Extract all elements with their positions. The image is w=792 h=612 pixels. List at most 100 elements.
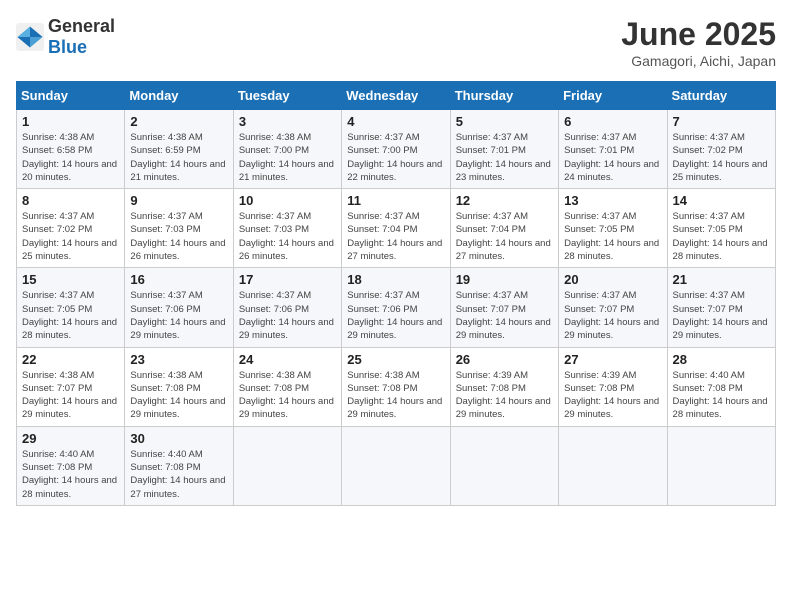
day-number: 12 — [456, 193, 553, 208]
day-info: Sunrise: 4:37 AMSunset: 7:03 PMDaylight:… — [239, 210, 336, 263]
calendar-header-row: Sunday Monday Tuesday Wednesday Thursday… — [17, 82, 776, 110]
table-cell — [233, 426, 341, 505]
day-number: 7 — [673, 114, 770, 129]
day-info: Sunrise: 4:37 AMSunset: 7:04 PMDaylight:… — [456, 210, 553, 263]
table-cell: 1 Sunrise: 4:38 AMSunset: 6:58 PMDaylight… — [17, 110, 125, 189]
day-number: 17 — [239, 272, 336, 287]
day-number: 10 — [239, 193, 336, 208]
table-cell: 28Sunrise: 4:40 AMSunset: 7:08 PMDayligh… — [667, 347, 775, 426]
day-number: 28 — [673, 352, 770, 367]
table-cell: 16 Sunrise: 4:37 AMSunset: 7:06 PMDayligh… — [125, 268, 233, 347]
table-cell: 15 Sunrise: 4:37 AMSunset: 7:05 PMDayligh… — [17, 268, 125, 347]
table-cell: 14 Sunrise: 4:37 AMSunset: 7:05 PMDayligh… — [667, 189, 775, 268]
day-number: 30 — [130, 431, 227, 446]
logo-general: General — [48, 16, 115, 36]
table-cell: 8Sunrise: 4:37 AMSunset: 7:02 PMDaylight… — [17, 189, 125, 268]
col-wednesday: Wednesday — [342, 82, 450, 110]
day-number: 27 — [564, 352, 661, 367]
title-area: June 2025 Gamagori, Aichi, Japan — [621, 16, 776, 69]
table-cell: 23 Sunrise: 4:38 AMSunset: 7:08 PMDayligh… — [125, 347, 233, 426]
table-cell: 4 Sunrise: 4:37 AMSunset: 7:00 PMDaylight… — [342, 110, 450, 189]
col-tuesday: Tuesday — [233, 82, 341, 110]
day-info: Sunrise: 4:37 AMSunset: 7:06 PMDaylight:… — [347, 289, 444, 342]
table-cell: 29 Sunrise: 4:40 AMSunset: 7:08 PMDayligh… — [17, 426, 125, 505]
table-cell: 7 Sunrise: 4:37 AMSunset: 7:02 PMDaylight… — [667, 110, 775, 189]
table-row: 15 Sunrise: 4:37 AMSunset: 7:05 PMDayligh… — [17, 268, 776, 347]
day-number: 4 — [347, 114, 444, 129]
day-info: Sunrise: 4:37 AMSunset: 7:07 PMDaylight:… — [673, 289, 770, 342]
table-cell: 10 Sunrise: 4:37 AMSunset: 7:03 PMDayligh… — [233, 189, 341, 268]
day-number: 14 — [673, 193, 770, 208]
table-cell: 17 Sunrise: 4:37 AMSunset: 7:06 PMDayligh… — [233, 268, 341, 347]
table-cell: 19Sunrise: 4:37 AMSunset: 7:07 PMDayligh… — [450, 268, 558, 347]
table-cell: 18 Sunrise: 4:37 AMSunset: 7:06 PMDayligh… — [342, 268, 450, 347]
month-title: June 2025 — [621, 16, 776, 53]
day-info: Sunrise: 4:40 AMSunset: 7:08 PMDaylight:… — [22, 448, 119, 501]
table-row: 1 Sunrise: 4:38 AMSunset: 6:58 PMDaylight… — [17, 110, 776, 189]
day-number: 16 — [130, 272, 227, 287]
day-info: Sunrise: 4:37 AMSunset: 7:00 PMDaylight:… — [347, 131, 444, 184]
table-cell: 11Sunrise: 4:37 AMSunset: 7:04 PMDayligh… — [342, 189, 450, 268]
table-row: 8Sunrise: 4:37 AMSunset: 7:02 PMDaylight… — [17, 189, 776, 268]
table-cell: 21 Sunrise: 4:37 AMSunset: 7:07 PMDayligh… — [667, 268, 775, 347]
table-row: 22 Sunrise: 4:38 AMSunset: 7:07 PMDayligh… — [17, 347, 776, 426]
table-cell — [450, 426, 558, 505]
day-info: Sunrise: 4:37 AMSunset: 7:03 PMDaylight:… — [130, 210, 227, 263]
day-number: 2 — [130, 114, 227, 129]
logo-icon — [16, 23, 44, 51]
day-info: Sunrise: 4:37 AMSunset: 7:06 PMDaylight:… — [130, 289, 227, 342]
day-info: Sunrise: 4:38 AMSunset: 7:07 PMDaylight:… — [22, 369, 119, 422]
day-info: Sunrise: 4:38 AMSunset: 6:58 PMDaylight:… — [22, 131, 119, 184]
day-info: Sunrise: 4:37 AMSunset: 7:02 PMDaylight:… — [22, 210, 119, 263]
table-cell: 5 Sunrise: 4:37 AMSunset: 7:01 PMDaylight… — [450, 110, 558, 189]
day-number: 24 — [239, 352, 336, 367]
table-cell: 26 Sunrise: 4:39 AMSunset: 7:08 PMDayligh… — [450, 347, 558, 426]
day-number: 13 — [564, 193, 661, 208]
day-info: Sunrise: 4:38 AMSunset: 7:08 PMDaylight:… — [130, 369, 227, 422]
day-number: 26 — [456, 352, 553, 367]
day-info: Sunrise: 4:37 AMSunset: 7:04 PMDaylight:… — [347, 210, 444, 263]
day-info: Sunrise: 4:38 AMSunset: 6:59 PMDaylight:… — [130, 131, 227, 184]
table-cell: 12 Sunrise: 4:37 AMSunset: 7:04 PMDayligh… — [450, 189, 558, 268]
day-info: Sunrise: 4:38 AMSunset: 7:08 PMDaylight:… — [347, 369, 444, 422]
header: General Blue June 2025 Gamagori, Aichi, … — [16, 16, 776, 69]
col-thursday: Thursday — [450, 82, 558, 110]
day-info: Sunrise: 4:37 AMSunset: 7:01 PMDaylight:… — [564, 131, 661, 184]
col-saturday: Saturday — [667, 82, 775, 110]
day-number: 22 — [22, 352, 119, 367]
day-info: Sunrise: 4:37 AMSunset: 7:07 PMDaylight:… — [456, 289, 553, 342]
day-number: 5 — [456, 114, 553, 129]
table-cell: 2 Sunrise: 4:38 AMSunset: 6:59 PMDaylight… — [125, 110, 233, 189]
day-number: 21 — [673, 272, 770, 287]
day-info: Sunrise: 4:37 AMSunset: 7:05 PMDaylight:… — [673, 210, 770, 263]
day-number: 20 — [564, 272, 661, 287]
table-cell — [342, 426, 450, 505]
day-info: Sunrise: 4:37 AMSunset: 7:02 PMDaylight:… — [673, 131, 770, 184]
day-number: 15 — [22, 272, 119, 287]
day-number: 23 — [130, 352, 227, 367]
day-info: Sunrise: 4:37 AMSunset: 7:01 PMDaylight:… — [456, 131, 553, 184]
day-number: 9 — [130, 193, 227, 208]
day-info: Sunrise: 4:37 AMSunset: 7:05 PMDaylight:… — [22, 289, 119, 342]
day-info: Sunrise: 4:38 AMSunset: 7:08 PMDaylight:… — [239, 369, 336, 422]
location-subtitle: Gamagori, Aichi, Japan — [621, 53, 776, 69]
table-cell — [559, 426, 667, 505]
table-cell: 27Sunrise: 4:39 AMSunset: 7:08 PMDayligh… — [559, 347, 667, 426]
table-cell: 22 Sunrise: 4:38 AMSunset: 7:07 PMDayligh… — [17, 347, 125, 426]
day-info: Sunrise: 4:37 AMSunset: 7:06 PMDaylight:… — [239, 289, 336, 342]
day-info: Sunrise: 4:40 AMSunset: 7:08 PMDaylight:… — [130, 448, 227, 501]
day-number: 25 — [347, 352, 444, 367]
day-number: 18 — [347, 272, 444, 287]
day-number: 1 — [22, 114, 119, 129]
day-info: Sunrise: 4:38 AMSunset: 7:00 PMDaylight:… — [239, 131, 336, 184]
table-cell: 3Sunrise: 4:38 AMSunset: 7:00 PMDaylight… — [233, 110, 341, 189]
day-info: Sunrise: 4:39 AMSunset: 7:08 PMDaylight:… — [456, 369, 553, 422]
col-sunday: Sunday — [17, 82, 125, 110]
col-monday: Monday — [125, 82, 233, 110]
table-cell: 13Sunrise: 4:37 AMSunset: 7:05 PMDayligh… — [559, 189, 667, 268]
calendar: Sunday Monday Tuesday Wednesday Thursday… — [16, 81, 776, 506]
table-cell: 20Sunrise: 4:37 AMSunset: 7:07 PMDayligh… — [559, 268, 667, 347]
table-cell: 6Sunrise: 4:37 AMSunset: 7:01 PMDaylight… — [559, 110, 667, 189]
logo: General Blue — [16, 16, 115, 58]
day-number: 29 — [22, 431, 119, 446]
